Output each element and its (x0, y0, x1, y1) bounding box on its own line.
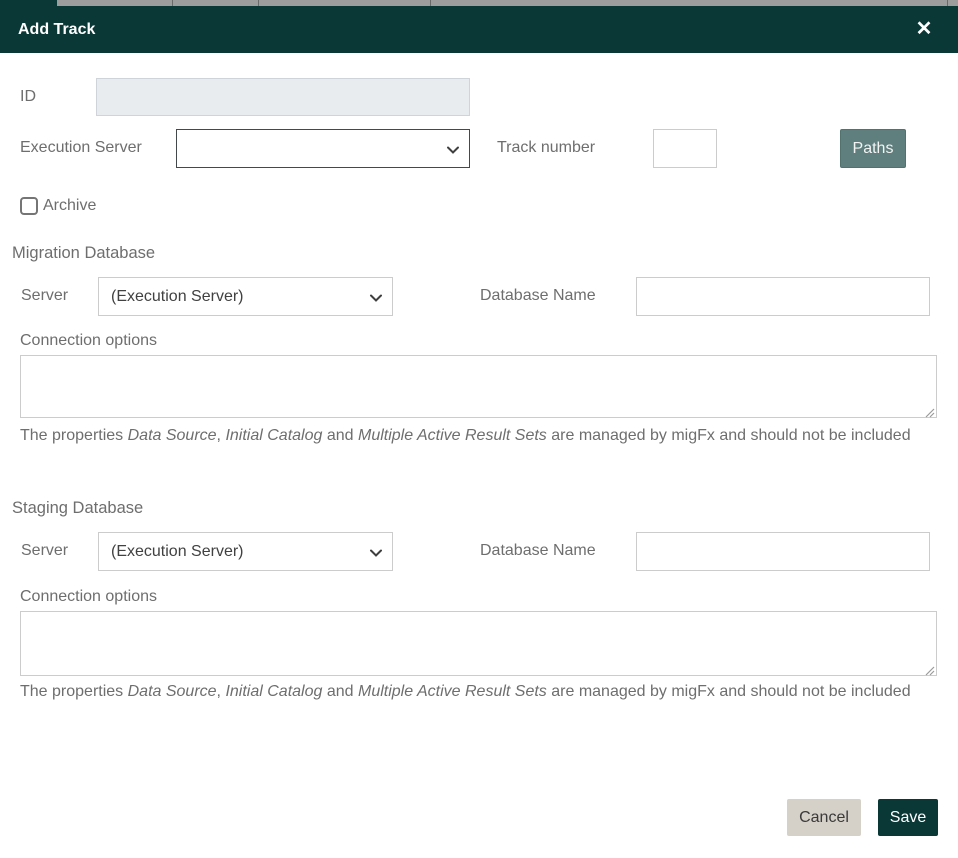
modal-title: Add Track (18, 21, 96, 38)
migration-server-select[interactable]: (Execution Server) (98, 277, 393, 316)
archive-checkbox[interactable] (20, 197, 38, 215)
migration-connection-options-field[interactable] (20, 355, 937, 418)
staging-database-name-field[interactable] (636, 532, 930, 571)
staging-managed-properties-note: The properties Data Source, Initial Cata… (20, 683, 911, 700)
id-field (96, 78, 470, 116)
add-track-dialog-screen: Add Track ✕ ID Execution Server Track nu… (0, 0, 958, 858)
staging-database-name-label: Database Name (480, 542, 596, 559)
migration-database-section-title: Migration Database (12, 244, 156, 262)
staging-server-select[interactable]: (Execution Server) (98, 532, 393, 571)
migration-managed-properties-note: The properties Data Source, Initial Cata… (20, 427, 911, 444)
track-number-label: Track number (497, 139, 596, 156)
staging-server-label: Server (21, 542, 69, 559)
archive-label: Archive (43, 197, 97, 214)
execution-server-label: Execution Server (20, 139, 142, 156)
track-number-field[interactable] (653, 129, 717, 168)
close-icon[interactable]: ✕ (908, 6, 940, 53)
migration-server-select-control[interactable]: (Execution Server) (98, 277, 393, 316)
migration-server-label: Server (21, 287, 69, 304)
paths-button[interactable]: Paths (840, 129, 906, 168)
staging-database-section-title: Staging Database (12, 499, 144, 517)
execution-server-select[interactable] (176, 129, 470, 168)
migration-connection-options-label: Connection options (20, 332, 157, 349)
staging-connection-options-label: Connection options (20, 588, 157, 605)
id-label: ID (20, 88, 36, 105)
modal-header: Add Track ✕ (0, 6, 958, 53)
execution-server-select-control[interactable] (176, 129, 470, 168)
staging-server-select-control[interactable]: (Execution Server) (98, 532, 393, 571)
save-button[interactable]: Save (878, 799, 938, 836)
migration-database-name-field[interactable] (636, 277, 930, 316)
cancel-button[interactable]: Cancel (787, 799, 861, 836)
staging-connection-options-field[interactable] (20, 611, 937, 676)
migration-database-name-label: Database Name (480, 287, 596, 304)
